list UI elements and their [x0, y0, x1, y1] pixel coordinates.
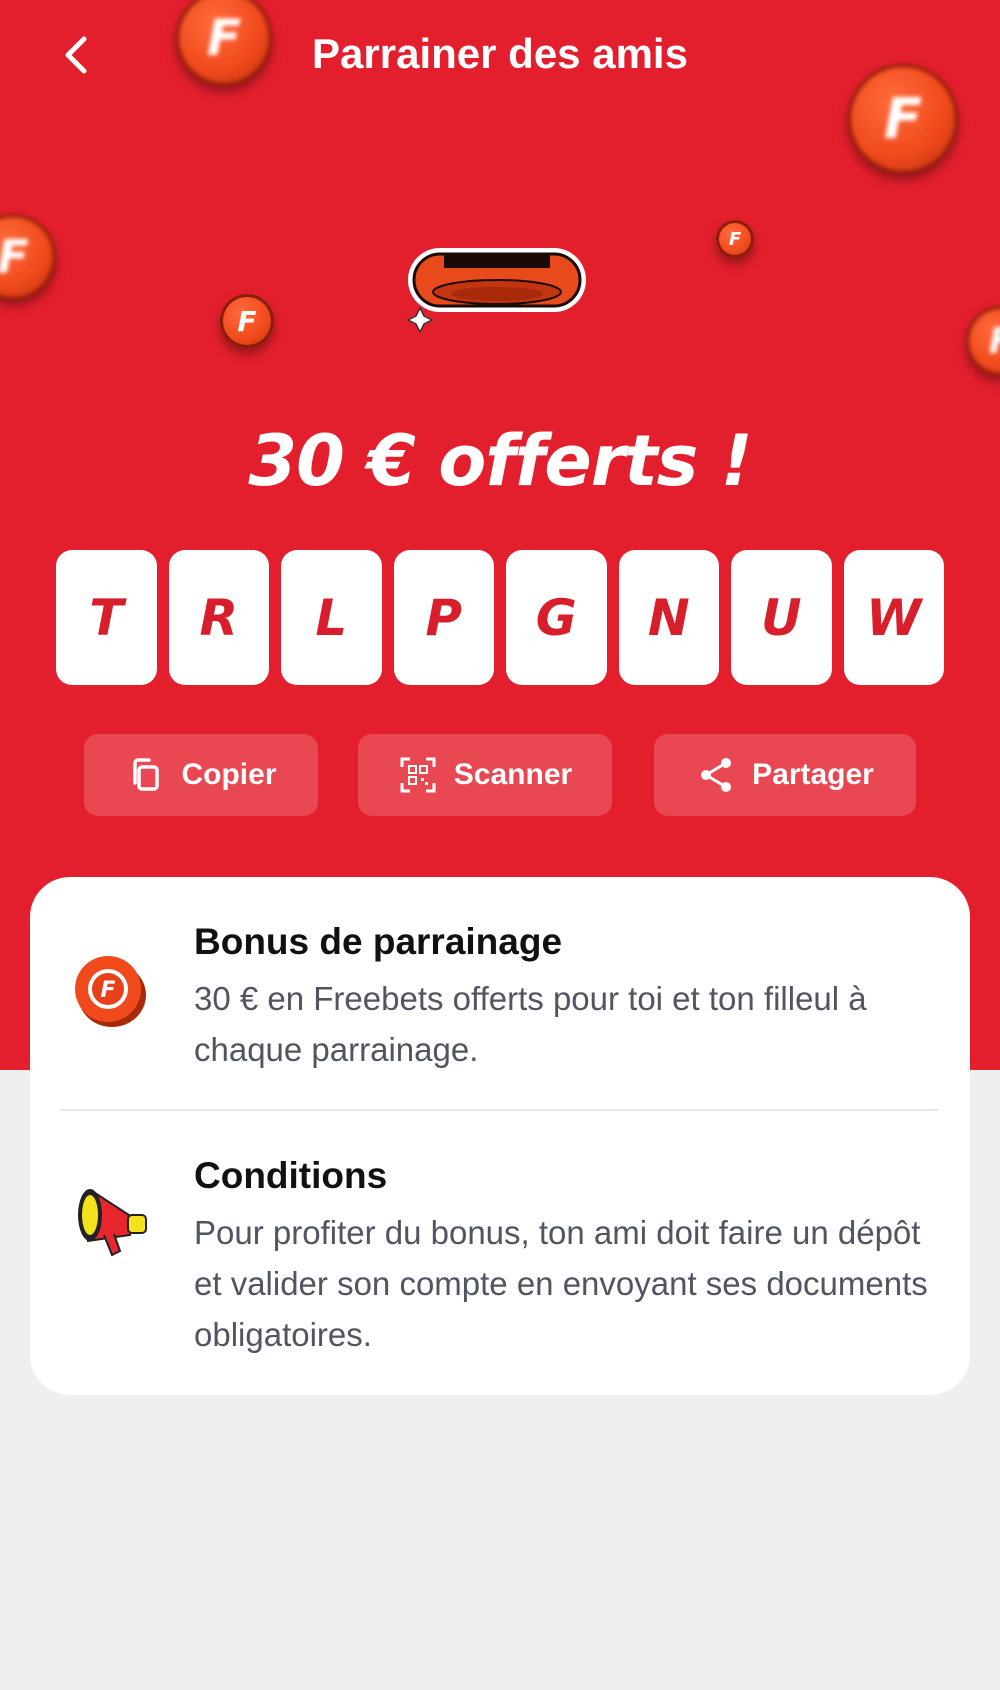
bonus-title: Bonus de parrainage [194, 921, 563, 962]
referral-code: T R L P G N U W [56, 550, 944, 685]
coin-icon: F [716, 220, 754, 258]
svg-text:F: F [100, 978, 115, 1003]
coin-icon: F [966, 306, 1000, 376]
code-letter-tile: R [168, 550, 269, 685]
conditions-description: Pour profiter du bonus, ton ami doit fai… [194, 1214, 928, 1353]
coin-icon: F [220, 294, 274, 348]
scan-button[interactable]: Scanner [358, 734, 612, 816]
action-bar: Copier Scanner Partager [0, 734, 1000, 816]
bonus-section: F Bonus de parrainage 30 € en Freebets o… [30, 877, 970, 1109]
copy-label: Copier [181, 758, 277, 791]
qr-scan-icon [400, 757, 436, 793]
coin-icon: F [75, 956, 146, 1027]
conditions-title: Conditions [194, 1155, 388, 1196]
coin-icon: F [0, 214, 56, 300]
code-letter-tile: P [393, 550, 494, 685]
code-letter-tile: L [281, 550, 382, 685]
bonus-description: 30 € en Freebets offerts pour toi et ton… [194, 980, 867, 1068]
conditions-section: Conditions Pour profiter du bonus, ton a… [30, 1111, 970, 1395]
scan-label: Scanner [453, 758, 573, 791]
offer-headline: 30 € offerts ! [248, 420, 752, 502]
code-letter-tile: N [618, 550, 719, 685]
page-title: Parrainer des amis [312, 30, 688, 77]
copy-button[interactable]: Copier [84, 734, 318, 816]
share-button[interactable]: Partager [654, 734, 916, 816]
code-letter-tile: W [843, 550, 944, 685]
code-letter-tile: T [56, 550, 157, 685]
share-icon [701, 758, 732, 792]
top-bar: Parrainer des amis [0, 0, 1000, 110]
megaphone-icon [78, 1189, 147, 1257]
code-letter-tile: U [731, 550, 832, 685]
share-label: Partager [752, 758, 874, 791]
code-letter-tile: G [506, 550, 607, 685]
info-card: F Bonus de parrainage 30 € en Freebets o… [30, 877, 970, 1395]
coin-pack-illustration [406, 248, 586, 334]
copy-icon [133, 758, 160, 791]
